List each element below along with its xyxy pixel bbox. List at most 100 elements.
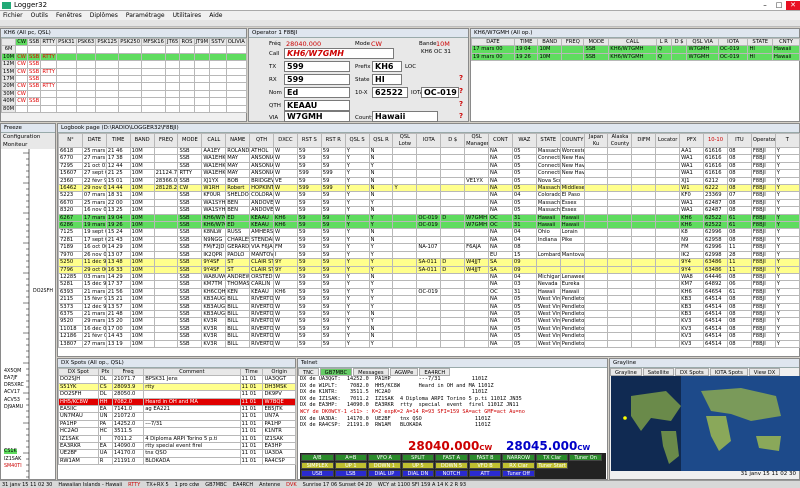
- band-mode-cell[interactable]: [118, 89, 143, 99]
- band-mode-cell[interactable]: CW: [15, 60, 29, 69]
- band-mode-cell[interactable]: [193, 67, 211, 77]
- radio-button[interactable]: SIMPLEX: [301, 462, 334, 469]
- band-mode-cell[interactable]: [225, 52, 248, 62]
- logbook-row[interactable]: 628619 mars 0019 2610M SSBKH6/W7GMHEDKEAA…: [58, 221, 800, 230]
- band-mode-cell[interactable]: [141, 45, 166, 54]
- logbook-row[interactable]: 7189 16 oct 00 14 29 10M SSB FM/F2JD GERARD VIA…: [58, 243, 800, 252]
- logbook-header[interactable]: BAND: [129, 133, 155, 148]
- qth-field[interactable]: KEAAU: [284, 100, 350, 111]
- iota-field[interactable]: OC-019: [421, 87, 459, 98]
- telnet-tab[interactable]: TNC: [298, 368, 319, 376]
- radio-button[interactable]: DOWN 5: [435, 462, 468, 469]
- band-mode-cell[interactable]: [56, 67, 77, 77]
- rst-rx-field[interactable]: 599: [284, 74, 350, 85]
- logbook-header[interactable]: RST S: [296, 133, 322, 148]
- band-mode-cell[interactable]: [15, 75, 29, 84]
- logbook-row[interactable]: 236022 févr 9915 0110M28366.000SSBXJ1YXB…: [58, 176, 800, 186]
- band-mode-cell[interactable]: [56, 82, 77, 91]
- band-mode-cell[interactable]: [75, 75, 97, 84]
- band-mode-cell[interactable]: [56, 104, 77, 114]
- band-mode-cell[interactable]: [209, 75, 227, 84]
- band-mode-cell[interactable]: [179, 104, 195, 114]
- radio-button[interactable]: ATT: [468, 470, 502, 477]
- band-mode-cell[interactable]: [15, 104, 29, 114]
- logbook-header[interactable]: QTH: [249, 133, 275, 148]
- freeze-config-item[interactable]: Configuration: [1, 133, 55, 141]
- grayline-tab[interactable]: DX Spots: [675, 368, 709, 376]
- radio-button[interactable]: SPLIT: [401, 454, 435, 461]
- menu-item[interactable]: Fenêtres: [56, 11, 82, 20]
- menu-item[interactable]: Diplômes: [90, 11, 118, 20]
- band-mode-cell[interactable]: [141, 75, 166, 84]
- band-mode-cell[interactable]: [56, 75, 77, 84]
- logbook-header[interactable]: QSL Manager: [464, 133, 490, 148]
- band-mode-cell[interactable]: [225, 104, 248, 114]
- band-mode-cell[interactable]: [193, 104, 211, 114]
- band-mode-cell[interactable]: [209, 82, 227, 91]
- bandmap-spot-label[interactable]: DJ9AMU: [4, 405, 23, 410]
- dx-header[interactable]: Freq: [111, 367, 145, 377]
- band-mode-cell[interactable]: [95, 104, 120, 114]
- logbook-row[interactable]: 528115 déc 9917 3710M SSBKM7TMTHOMASCARLI…: [58, 280, 800, 289]
- dx-header[interactable]: Origin: [262, 367, 296, 377]
- logbook-header[interactable]: D $: [440, 133, 466, 148]
- radio-button[interactable]: DIAL UP: [368, 470, 401, 477]
- band-mode-cell[interactable]: [193, 52, 211, 62]
- band-mode-cell[interactable]: [118, 97, 143, 106]
- band-mode-cell[interactable]: [75, 52, 97, 62]
- band-mode-cell[interactable]: [209, 45, 227, 54]
- logbook-row[interactable]: 637521 mars 0021 4810M SSBKB3AUGBILLRIVER…: [58, 309, 800, 319]
- telnet-tab[interactable]: EA4RCH: [419, 368, 451, 376]
- band-mode-cell[interactable]: CW: [15, 52, 29, 62]
- band-mode-cell[interactable]: [118, 75, 143, 84]
- band-mode-cell[interactable]: [40, 60, 58, 69]
- logbook-header[interactable]: 10-10: [703, 133, 728, 148]
- tenx-field[interactable]: 62522: [372, 87, 408, 98]
- band-mode-cell[interactable]: [225, 67, 248, 77]
- logbook-header[interactable]: DATE: [81, 133, 107, 148]
- band-mode-cell[interactable]: [75, 60, 97, 69]
- band-mode-cell[interactable]: RTTY: [40, 52, 58, 62]
- logbook-row[interactable]: 1101816 déc 0117 0010M SSBKV3RBILLRIVERTO…: [58, 324, 800, 334]
- band-mode-cell[interactable]: [118, 82, 143, 91]
- band-mode-cell[interactable]: SSB: [27, 82, 42, 91]
- band-mode-cell[interactable]: [56, 52, 77, 62]
- help-icon[interactable]: ?: [459, 74, 467, 83]
- band-mode-cell[interactable]: [225, 97, 248, 106]
- band-mode-cell[interactable]: [15, 45, 29, 54]
- band-mode-cell[interactable]: [75, 97, 97, 106]
- band-mode-cell[interactable]: [118, 45, 143, 54]
- radio-button[interactable]: LSB: [334, 470, 368, 477]
- radio-button[interactable]: USB: [301, 470, 334, 477]
- band-mode-cell[interactable]: CW: [15, 82, 29, 91]
- band-mode-cell[interactable]: [164, 75, 181, 84]
- bandmap-spot-label[interactable]: DO2SFH: [33, 289, 53, 294]
- dx-spot-row[interactable]: IZ1SAK I 7011.2 4 Diploma ARPI Torino 5 p.t…: [58, 434, 296, 444]
- band-mode-cell[interactable]: [209, 67, 227, 77]
- logbook-header[interactable]: ITU: [726, 133, 752, 148]
- band-mode-cell[interactable]: [95, 45, 120, 54]
- radio-button[interactable]: Tuner Off: [502, 470, 535, 477]
- telnet-tab[interactable]: GB7MBC: [319, 368, 353, 376]
- help-icon[interactable]: ?: [459, 87, 467, 96]
- logbook-row[interactable]: 728117 sept 0021 4310M SSBN9NGGCHARLESSTE…: [58, 235, 800, 245]
- logbook-header[interactable]: WAZ: [511, 133, 537, 148]
- band-mode-cell[interactable]: CW: [15, 97, 29, 106]
- band-mode-cell[interactable]: [95, 60, 120, 69]
- logbook-header[interactable]: N°: [58, 133, 83, 148]
- radio-button[interactable]: VFO B: [468, 462, 502, 469]
- logbook-row[interactable]: 1228503 mars 0214 2910M SSBWA8UWQANDREWOR…: [58, 272, 800, 282]
- dx-spot-row[interactable]: S51YK CS 28093.9 rtty 11 01 DH3MSK: [58, 382, 296, 392]
- logbook-row[interactable]: 7295 21 oct 01 12 44 10M SSB WA1EHK MAY ANSONIA…: [58, 161, 800, 171]
- logbook-row[interactable]: 1646229 nov 0314 4410M28128.220CWW1RHRob…: [58, 184, 800, 193]
- maximize-icon[interactable]: □: [772, 1, 786, 10]
- band-mode-cell[interactable]: [75, 82, 97, 91]
- radio-button[interactable]: TX Clar: [535, 454, 569, 461]
- band-mode-cell[interactable]: [225, 89, 248, 99]
- band-mode-cell[interactable]: [95, 75, 120, 84]
- band-mode-cell[interactable]: [95, 52, 120, 62]
- logbook-header[interactable]: FREQ: [153, 133, 179, 148]
- dx-spot-row[interactable]: HH5/KC8W HH 7082.0 Heard in OH and MA 11 01 W…: [58, 397, 296, 407]
- band-mode-cell[interactable]: [209, 97, 227, 106]
- menu-item[interactable]: Aide: [209, 11, 222, 20]
